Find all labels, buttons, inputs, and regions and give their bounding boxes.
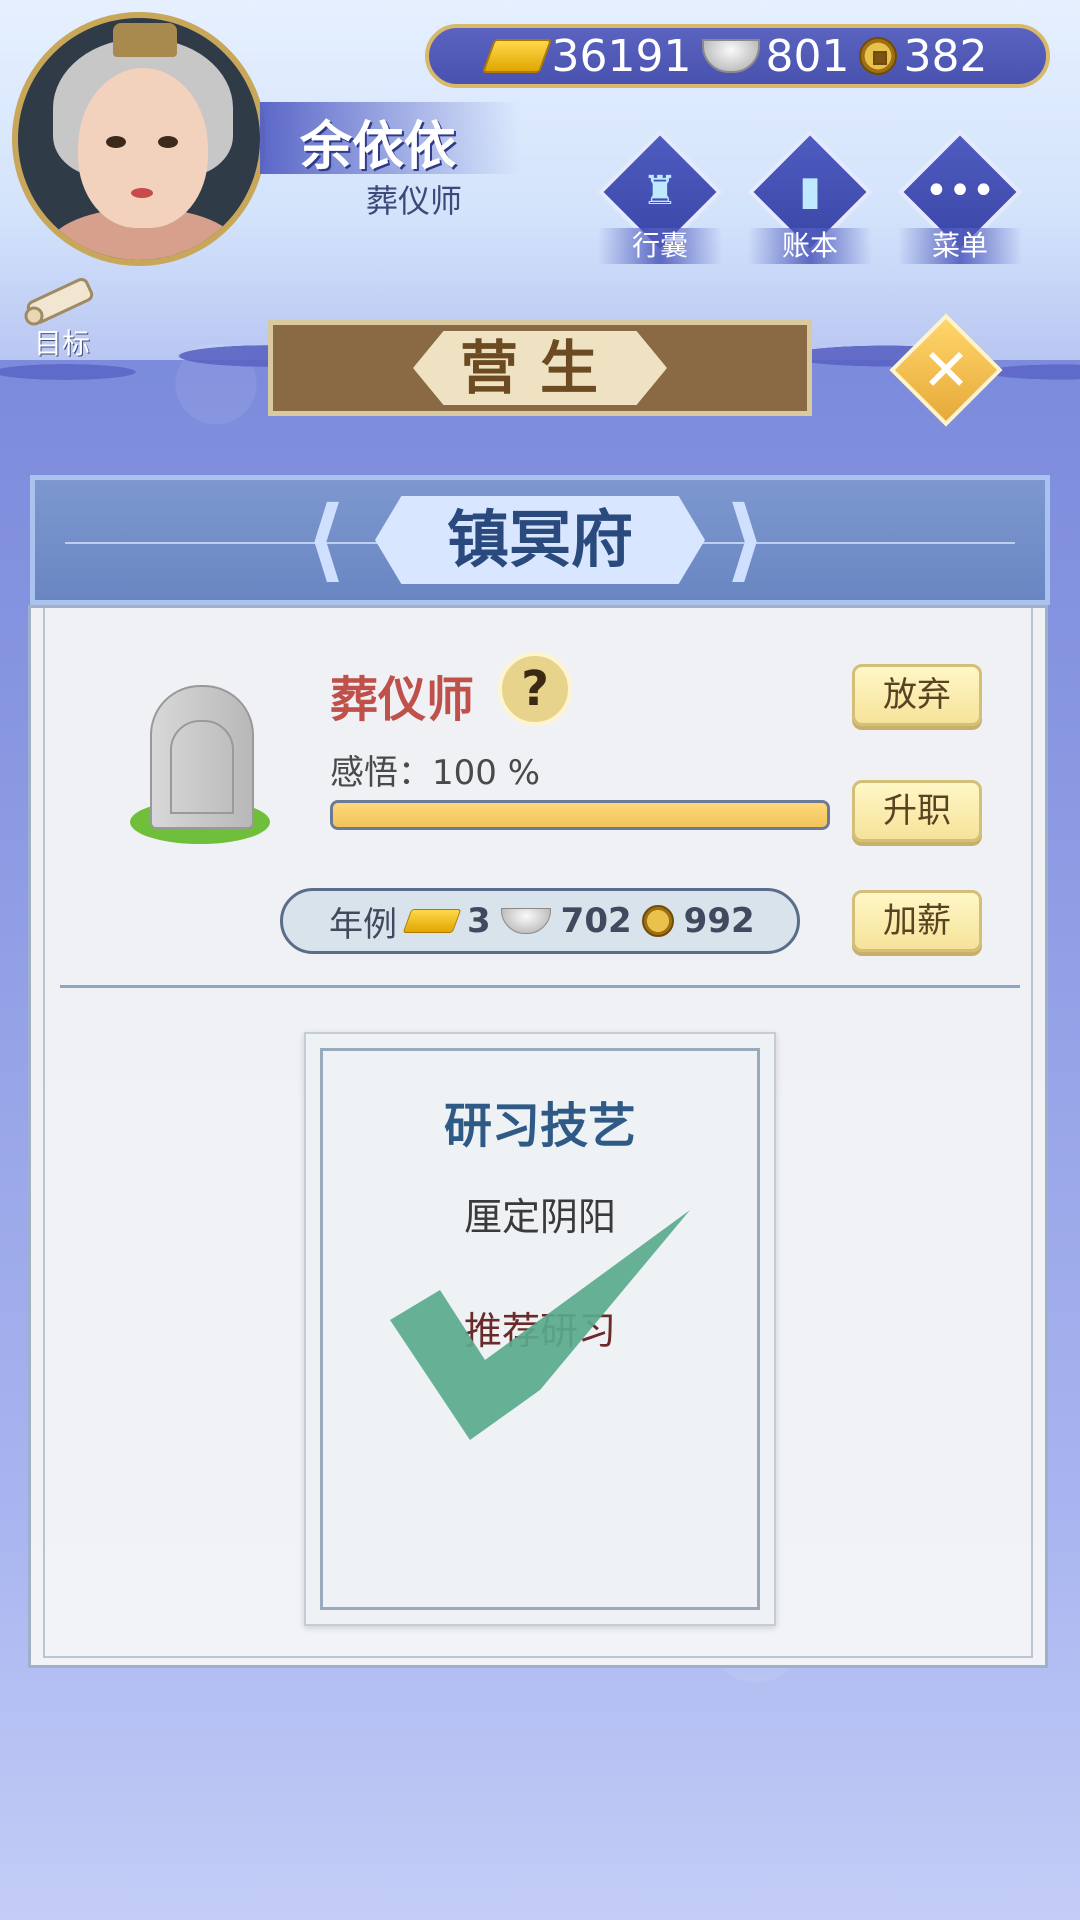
gold-bar-icon [402, 909, 462, 933]
job-name: 葬仪师 [330, 672, 475, 728]
gold-bar-icon [481, 39, 552, 73]
salary-gold: 3 [467, 901, 491, 941]
panel-header: ⟨ ⟩ 镇冥府 [30, 475, 1050, 605]
ledger-button[interactable]: ▮ 账本 [747, 129, 873, 264]
section-divider [60, 985, 1020, 988]
bag-button[interactable]: ♜ 行囊 [597, 129, 723, 264]
goal-label[interactable]: 目标 [34, 322, 90, 362]
insight-progress-fill [333, 803, 827, 827]
more-dots-icon: ••• [924, 168, 996, 214]
avatar-face [78, 68, 208, 228]
coin-amount: 382 [903, 30, 988, 82]
checkmark-icon [390, 1210, 690, 1440]
insight-text: 感悟：100 % [330, 753, 541, 793]
bag-label: 行囊 [598, 228, 722, 264]
right-chevron-decoration: ⟩ [725, 487, 767, 592]
avatar-right-eye [158, 136, 178, 148]
currency-bar: 36191 801 382 [425, 24, 1050, 88]
avatar-left-eye [106, 136, 126, 148]
avatar-hair-bun [113, 23, 177, 57]
left-chevron-decoration: ⟨ [305, 487, 347, 592]
silver-currency: 801 [701, 30, 850, 82]
copper-coin-icon [641, 905, 674, 937]
gold-amount: 36191 [551, 30, 692, 82]
menu-button[interactable]: ••• 菜单 [897, 129, 1023, 264]
annual-salary-pill: 年例 3 702 992 [280, 888, 800, 954]
close-icon[interactable]: ✕ [906, 330, 986, 410]
insight-progress-bar [330, 800, 830, 830]
salary-label: 年例 [329, 904, 397, 945]
salary-silver: 702 [560, 901, 632, 941]
ledger-label: 账本 [748, 228, 872, 264]
gold-currency: 36191 [481, 30, 692, 82]
silver-ingot-icon [500, 908, 551, 934]
menu-label: 菜单 [898, 228, 1022, 264]
help-question-icon[interactable]: ? [498, 652, 572, 726]
salary-coin: 992 [683, 901, 755, 941]
copper-coin-icon [859, 37, 898, 75]
silver-ingot-icon [701, 39, 760, 73]
scroll-icon[interactable] [20, 270, 100, 330]
player-avatar[interactable] [12, 12, 266, 266]
bag-icon: ♜ [642, 168, 678, 214]
silver-amount: 801 [765, 30, 850, 82]
book-icon: ▮ [798, 168, 821, 214]
raise-salary-button[interactable]: 加薪 [852, 890, 982, 952]
panel-title: 镇冥府 [446, 503, 633, 576]
screen-title: 营生 [459, 334, 620, 402]
player-job-title: 葬仪师 [366, 182, 463, 220]
abandon-button[interactable]: 放弃 [852, 664, 982, 726]
skill-card-title: 研习技艺 [443, 1098, 636, 1154]
avatar-mouth [131, 188, 153, 198]
promote-button[interactable]: 升职 [852, 780, 982, 842]
tombstone-inset [170, 720, 234, 814]
player-name: 余依依 [300, 117, 457, 177]
screen-title-banner: 营生 [268, 320, 812, 416]
coin-currency: 382 [859, 31, 987, 82]
